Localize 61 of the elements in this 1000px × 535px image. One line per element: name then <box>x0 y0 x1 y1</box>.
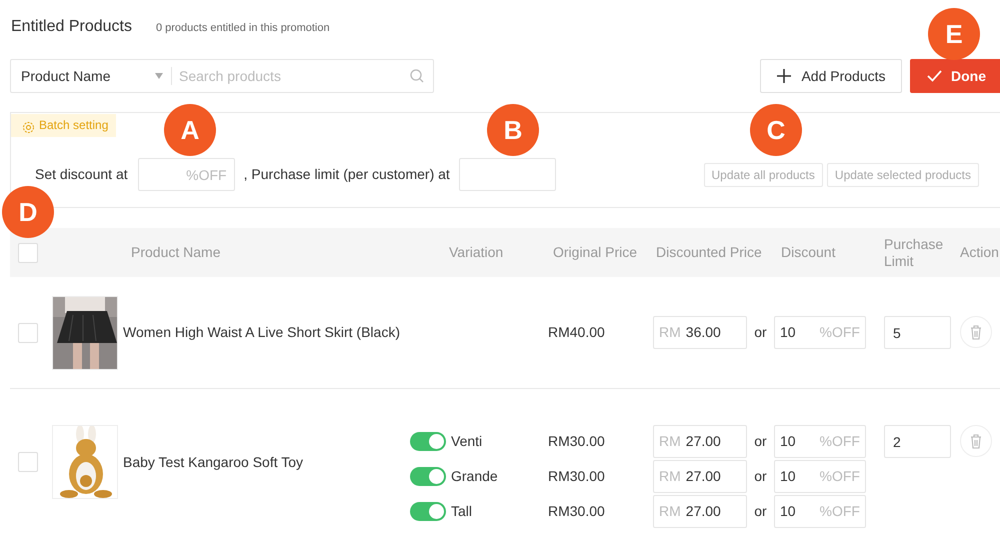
discount-field[interactable]: %OFF <box>138 158 235 191</box>
original-price: RM30.00 <box>548 502 606 521</box>
discount-field[interactable]: 10 %OFF <box>774 425 866 458</box>
search-bar[interactable]: Product Name Search products <box>10 59 434 93</box>
checkbox[interactable] <box>18 322 38 342</box>
column-header: Original Price <box>553 244 638 261</box>
discount-label: Set discount at <box>35 165 128 184</box>
purchase-limit-field[interactable] <box>458 158 556 191</box>
discount-field[interactable]: 10 %OFF <box>774 460 866 493</box>
checkbox[interactable] <box>18 452 38 472</box>
gear-icon <box>22 121 35 134</box>
section-title: Entitled Products <box>11 17 132 37</box>
trash-icon <box>970 324 982 340</box>
column-header: Action <box>960 244 1000 261</box>
column-header: Discount <box>781 244 836 261</box>
done-button[interactable]: Done <box>910 59 1000 93</box>
discounted-price-field[interactable]: RM 27.00 <box>653 425 747 458</box>
delete-button[interactable] <box>960 425 992 457</box>
discount-field[interactable]: 10 %OFF <box>774 495 866 528</box>
purchase-limit-field[interactable]: 5 <box>884 316 951 349</box>
checkbox[interactable] <box>18 242 38 262</box>
add-products-button[interactable]: Add Products <box>760 59 902 93</box>
variation-name: Grande <box>451 467 498 486</box>
annotation-marker: B <box>487 104 539 156</box>
column-header: Discounted Price <box>656 244 763 261</box>
column-header: Purchase Limit <box>884 236 944 270</box>
column-header: Variation <box>449 244 504 261</box>
or-label: or <box>753 432 768 451</box>
dropdown-caret-icon <box>155 73 163 79</box>
check-icon <box>927 70 942 82</box>
original-price: RM30.00 <box>548 432 606 451</box>
or-label: or <box>753 467 768 486</box>
variation-name: Tall <box>451 502 472 521</box>
toggle-switch[interactable] <box>410 467 446 486</box>
discounted-price-field[interactable]: RM 27.00 <box>653 495 747 528</box>
annotation-marker: C <box>750 104 802 156</box>
promotion-count: 0 products entitled in this promotion <box>156 21 330 36</box>
trash-icon <box>970 434 982 448</box>
search-icon <box>410 69 424 83</box>
column-header: Product Name <box>131 244 222 261</box>
purchase-limit-label: , Purchase limit (per customer) at <box>244 165 450 184</box>
plus-icon <box>776 68 792 84</box>
purchase-limit-field[interactable]: 2 <box>884 425 951 458</box>
toggle-switch[interactable] <box>410 502 446 521</box>
discounted-price-field[interactable]: RM 36.00 <box>653 316 747 349</box>
original-price: RM40.00 <box>548 323 606 342</box>
filter-dropdown[interactable]: Product Name <box>11 60 171 92</box>
product-name: Women High Waist A Live Short Skirt (Black) <box>123 323 400 342</box>
batch-setting-tag: Batch setting <box>11 114 116 137</box>
toggle-switch[interactable] <box>410 432 446 451</box>
product-name: Baby Test Kangaroo Soft Toy <box>123 452 304 472</box>
discounted-price-field[interactable]: RM 27.00 <box>653 460 747 493</box>
annotation-marker: E <box>928 8 980 60</box>
annotation-marker: D <box>2 186 54 238</box>
annotation-marker: A <box>164 104 216 156</box>
original-price: RM30.00 <box>548 467 606 486</box>
or-label: or <box>753 502 768 521</box>
or-label: or <box>753 323 768 342</box>
discount-field[interactable]: 10 %OFF <box>774 316 866 349</box>
variation-name: Venti <box>451 432 482 451</box>
delete-button[interactable] <box>960 316 992 348</box>
